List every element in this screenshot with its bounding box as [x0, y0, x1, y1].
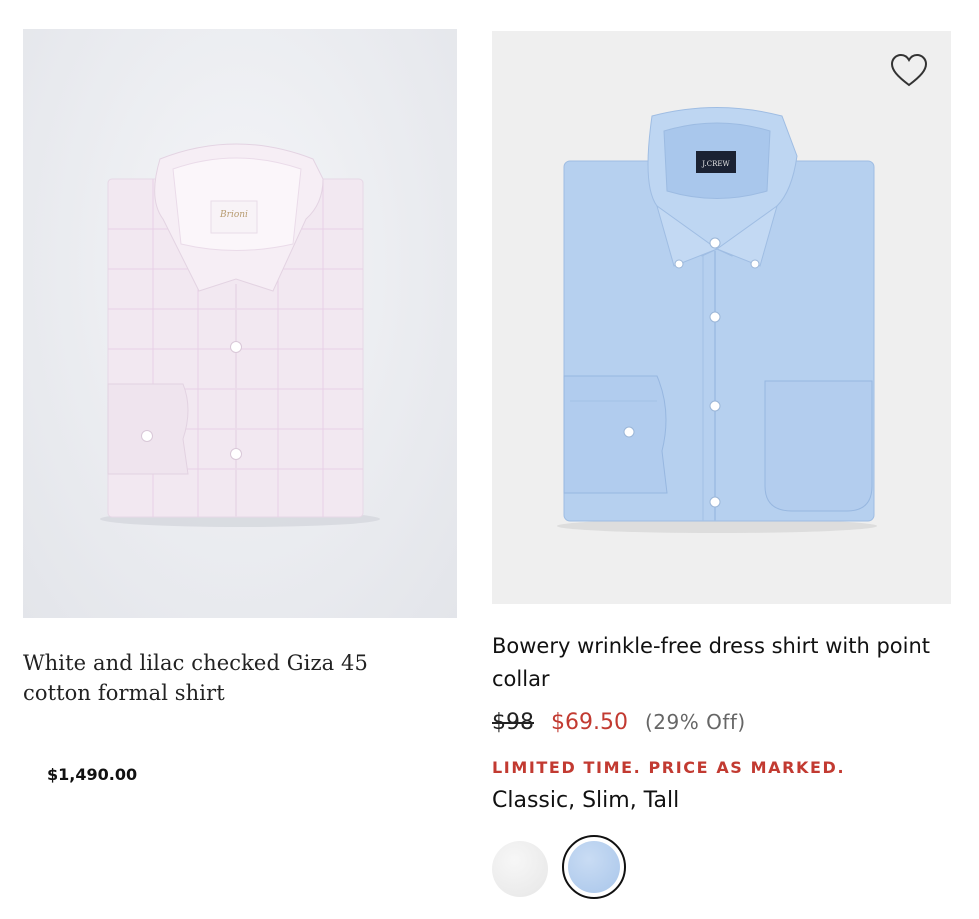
blue-dress-shirt-image[interactable]: J.CREW	[492, 31, 951, 604]
product-title-jcrew[interactable]: Bowery wrinkle-free dress shirt with poi…	[492, 630, 942, 696]
svg-text:J.CREW: J.CREW	[701, 160, 730, 168]
heart-icon[interactable]	[889, 51, 929, 91]
pink-dress-shirt-image[interactable]: Brioni	[23, 29, 457, 618]
product-title-brioni[interactable]: White and lilac checked Giza 45 cotton f…	[23, 648, 403, 708]
sale-price: $69.50	[551, 710, 628, 735]
swatch-white[interactable]	[492, 841, 548, 897]
swatch-light-blue-selected[interactable]	[562, 835, 626, 899]
swatch-light-blue	[568, 841, 620, 893]
price-row: $98 $69.50 (29% Off)	[492, 710, 746, 735]
original-price: $98	[492, 710, 534, 735]
product-price-brioni: $1,490.00	[47, 765, 138, 784]
svg-text:Brioni: Brioni	[219, 210, 248, 220]
pink-shirt-illustration: Brioni	[100, 143, 380, 527]
promo-message: LIMITED TIME. PRICE AS MARKED.	[492, 758, 846, 777]
blue-shirt-illustration: J.CREW	[557, 107, 877, 533]
fit-options: Classic, Slim, Tall	[492, 788, 680, 813]
discount-percent: (29% Off)	[644, 710, 746, 734]
